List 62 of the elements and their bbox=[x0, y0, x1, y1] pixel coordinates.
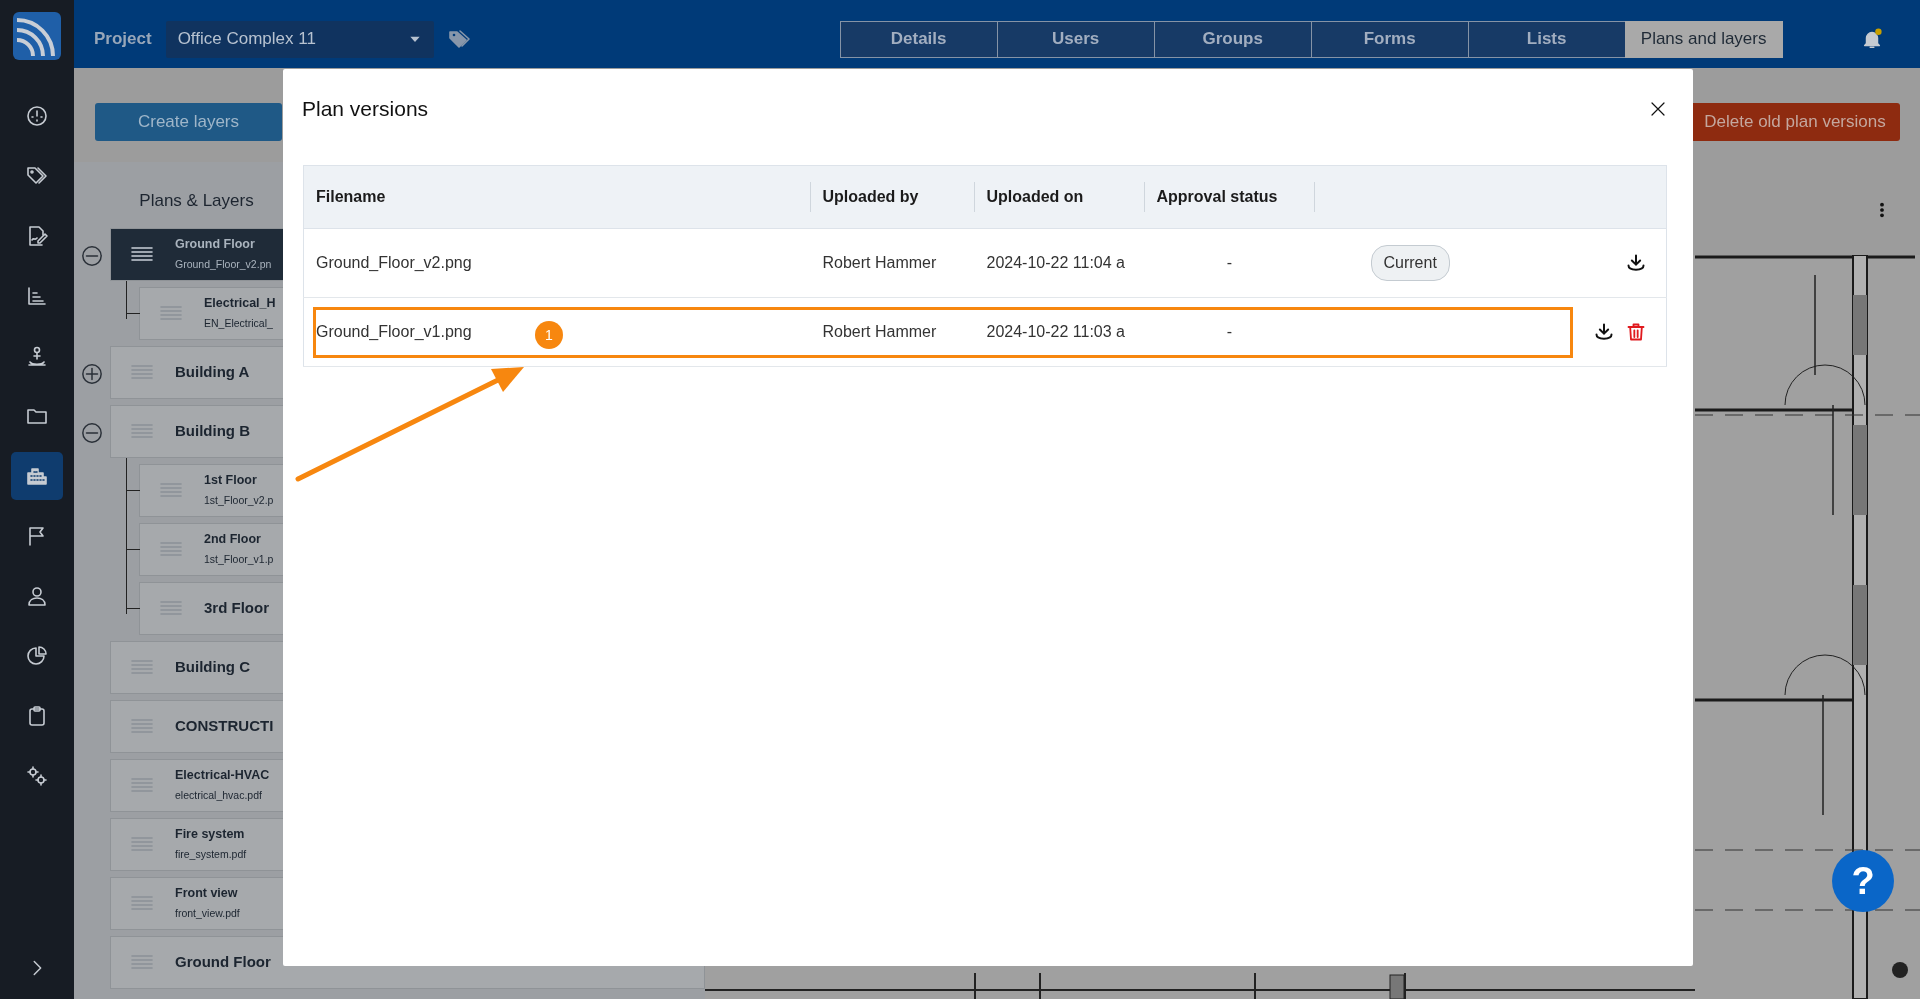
download-icon[interactable] bbox=[1594, 322, 1614, 342]
plan-item-file: 1st_Floor_v2.p bbox=[204, 493, 274, 508]
column-header: Approval status bbox=[1156, 188, 1278, 205]
plan-item-title: 2nd Floor bbox=[204, 531, 262, 549]
plan-item-title: Electrical-HVAC bbox=[175, 767, 270, 785]
collapse-icon[interactable] bbox=[81, 421, 103, 444]
person-icon bbox=[25, 584, 49, 608]
approval-status: - bbox=[1226, 323, 1233, 340]
plan-item-title: Ground Floor bbox=[175, 951, 271, 972]
plan-item-title: Building C bbox=[175, 656, 250, 677]
close-icon[interactable] bbox=[1649, 100, 1667, 118]
sidebar-item[interactable] bbox=[11, 452, 63, 500]
plan-item-title: 3rd Floor bbox=[204, 597, 269, 618]
file-name: Ground_Floor_v1.png bbox=[316, 323, 472, 340]
collapse-icon[interactable] bbox=[81, 244, 103, 267]
tab[interactable]: Users bbox=[996, 20, 1155, 58]
plan-item-title: 1st Floor bbox=[204, 472, 258, 490]
plan-item-title: Fire system bbox=[175, 826, 246, 844]
uploader-name: Robert Hammer bbox=[822, 323, 937, 340]
upload-date: 2024-10-22 11:03 a bbox=[986, 323, 1125, 340]
plan-item-file: front_view.pdf bbox=[175, 906, 240, 921]
delete-versions-button[interactable]: Delete old plan versions bbox=[1690, 103, 1900, 141]
plan-item-title: CONSTRUCTI bbox=[175, 715, 274, 736]
tag-icon[interactable] bbox=[447, 27, 472, 51]
expand-icon[interactable] bbox=[81, 362, 103, 385]
status-badge: Current bbox=[1370, 245, 1450, 281]
plan-item-title: Building B bbox=[175, 420, 250, 441]
download-icon[interactable] bbox=[1626, 253, 1646, 273]
logo[interactable] bbox=[13, 12, 61, 60]
plan-item-title: Electrical_H bbox=[204, 295, 276, 313]
project-select[interactable]: Office Complex 11 bbox=[165, 20, 434, 58]
tab[interactable]: Details bbox=[839, 20, 998, 58]
uploader-name: Robert Hammer bbox=[822, 254, 937, 271]
file-name: Ground_Floor_v2.png bbox=[316, 254, 472, 271]
list-chart-icon bbox=[25, 284, 49, 308]
column-header: Uploaded by bbox=[822, 188, 919, 205]
plan-item-file: Ground_Floor_v2.pn bbox=[175, 257, 272, 272]
plan-item-title: Building A bbox=[175, 361, 250, 382]
tab[interactable]: Plans and layers bbox=[1624, 20, 1783, 58]
tab[interactable]: Forms bbox=[1310, 20, 1469, 58]
panel-title: Plans & Layers bbox=[138, 190, 255, 212]
location-person-icon bbox=[25, 344, 49, 368]
column-header: Uploaded on bbox=[986, 188, 1084, 205]
plan-item-file: fire_system.pdf bbox=[175, 847, 247, 862]
step-marker: 1 bbox=[535, 321, 563, 349]
gauge-icon bbox=[25, 104, 49, 128]
project-label: Project bbox=[94, 28, 152, 51]
approval-status: - bbox=[1226, 254, 1233, 271]
create-layers-button[interactable]: Create layers bbox=[95, 103, 282, 141]
trash-icon[interactable] bbox=[1626, 322, 1646, 342]
plan-item-file: EN_Electrical_ bbox=[204, 316, 274, 331]
modal-title: Plan versions bbox=[302, 96, 429, 123]
column-header: Filename bbox=[316, 188, 386, 205]
upload-date: 2024-10-22 11:04 a bbox=[986, 254, 1125, 271]
plan-item-title: Ground Floor bbox=[175, 236, 256, 254]
tab[interactable]: Lists bbox=[1467, 20, 1626, 58]
plan-item-title: Front view bbox=[175, 885, 239, 903]
pie-chart-icon bbox=[25, 644, 49, 668]
plan-item-file: 1st_Floor_v1.p bbox=[204, 552, 274, 567]
tab[interactable]: Groups bbox=[1153, 20, 1312, 58]
plan-item-file: electrical_hvac.pdf bbox=[175, 788, 263, 803]
gears-icon bbox=[25, 764, 49, 788]
